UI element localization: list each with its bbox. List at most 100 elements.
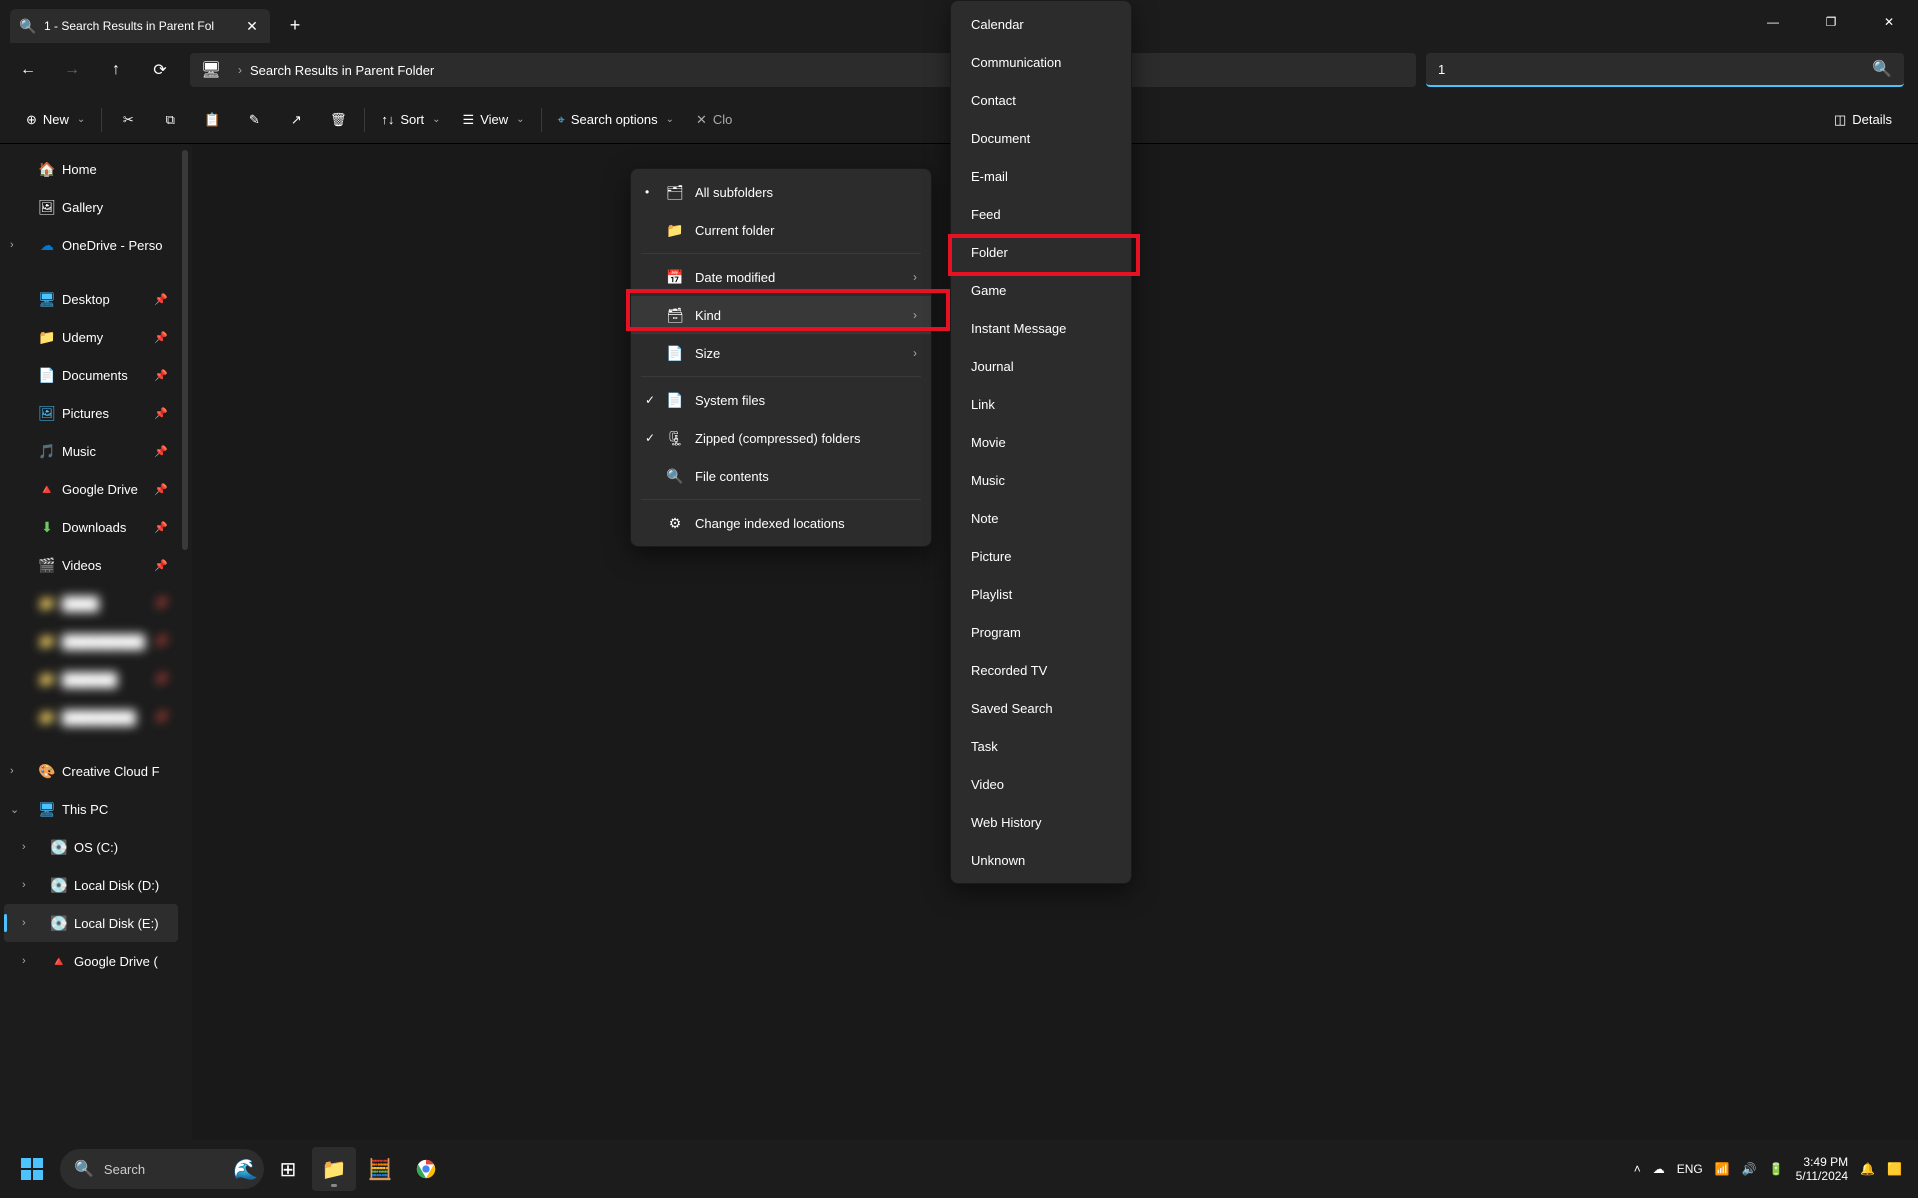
chevron-right-icon[interactable]: ›: [10, 239, 14, 251]
tray-volume[interactable]: 🔊: [1742, 1162, 1757, 1176]
sidebar-item-downloads[interactable]: ⬇Downloads📌: [4, 508, 178, 546]
sort-button[interactable]: ↑↓ Sort ⌄: [371, 106, 450, 133]
sidebar-item-thispc[interactable]: ⌄🖥This PC: [4, 790, 178, 828]
file-explorer-button[interactable]: 📁: [312, 1147, 356, 1191]
refresh-button[interactable]: ⟳: [140, 52, 180, 88]
tray-onedrive[interactable]: ☁: [1653, 1162, 1665, 1176]
menu-file-contents[interactable]: 🔍File contents: [631, 457, 931, 495]
tray-notifications[interactable]: 🔔: [1860, 1162, 1875, 1176]
kind-item-communication[interactable]: Communication: [951, 43, 1131, 81]
close-search-button[interactable]: ✕ Clo: [686, 106, 742, 134]
copy-button[interactable]: ⧉: [150, 106, 190, 134]
kind-item-recorded-tv[interactable]: Recorded TV: [951, 651, 1131, 689]
taskbar-search[interactable]: 🔍 Search 🌊: [60, 1149, 264, 1189]
kind-item-unknown[interactable]: Unknown: [951, 841, 1131, 879]
tab[interactable]: 🔍 1 - Search Results in Parent Fol ✕: [10, 9, 270, 43]
maximize-button[interactable]: ❐: [1802, 3, 1860, 41]
sidebar-item-onedrive[interactable]: ›☁OneDrive - Perso: [4, 226, 178, 264]
sidebar-item-desktop[interactable]: 🖥Desktop📌: [4, 280, 178, 318]
sidebar-item-blurred[interactable]: 📁████████📌: [4, 698, 178, 736]
kind-item-saved-search[interactable]: Saved Search: [951, 689, 1131, 727]
sidebar-item-gallery[interactable]: 🖼Gallery: [4, 188, 178, 226]
kind-item-link[interactable]: Link: [951, 385, 1131, 423]
address-bar[interactable]: 🖥 › Search Results in Parent Folder: [190, 53, 1416, 87]
kind-item-picture[interactable]: Picture: [951, 537, 1131, 575]
tray-app-icon[interactable]: 🟨: [1887, 1162, 1902, 1176]
kind-item-task[interactable]: Task: [951, 727, 1131, 765]
tray-clock[interactable]: 3:49 PM 5/11/2024: [1796, 1155, 1849, 1184]
back-button[interactable]: ←: [8, 52, 48, 88]
sidebar-item-blurred[interactable]: 📁█████████📌: [4, 622, 178, 660]
sidebar-item-udemy[interactable]: 📁Udemy📌: [4, 318, 178, 356]
sidebar-item-ldd[interactable]: ›💽Local Disk (D:): [4, 866, 178, 904]
kind-item-journal[interactable]: Journal: [951, 347, 1131, 385]
sidebar-item-home[interactable]: 🏠Home: [4, 150, 178, 188]
kind-item-program[interactable]: Program: [951, 613, 1131, 651]
chevron-right-icon[interactable]: ›: [22, 917, 26, 929]
search-input[interactable]: 1 🔍: [1426, 53, 1904, 87]
sidebar-item-pictures[interactable]: 🖼Pictures📌: [4, 394, 178, 432]
new-tab-button[interactable]: +: [278, 8, 312, 42]
kind-item-playlist[interactable]: Playlist: [951, 575, 1131, 613]
kind-item-music[interactable]: Music: [951, 461, 1131, 499]
chevron-down-icon[interactable]: ⌄: [10, 803, 19, 816]
tray-language[interactable]: ENG: [1677, 1162, 1703, 1176]
delete-button[interactable]: 🗑: [318, 106, 358, 134]
new-button[interactable]: ⊕ New ⌄: [16, 106, 95, 134]
kind-item-calendar[interactable]: Calendar: [951, 5, 1131, 43]
chevron-right-icon[interactable]: ›: [22, 879, 26, 891]
kind-item-game[interactable]: Game: [951, 271, 1131, 309]
paste-button[interactable]: 📋: [192, 106, 232, 134]
chrome-button[interactable]: [404, 1147, 448, 1191]
menu-all-subfolders[interactable]: •🗂All subfolders: [631, 173, 931, 211]
menu-zipped[interactable]: ✓🗜Zipped (compressed) folders: [631, 419, 931, 457]
start-button[interactable]: [8, 1147, 56, 1191]
close-tab-button[interactable]: ✕: [244, 18, 260, 34]
kind-item-instant-message[interactable]: Instant Message: [951, 309, 1131, 347]
sidebar-item-gdrive[interactable]: 🔺Google Drive📌: [4, 470, 178, 508]
view-button[interactable]: ☰ View ⌄: [453, 106, 535, 134]
sidebar-item-gdrive2[interactable]: ›🔺Google Drive (: [4, 942, 178, 980]
kind-item-contact[interactable]: Contact: [951, 81, 1131, 119]
kind-item-web-history[interactable]: Web History: [951, 803, 1131, 841]
kind-item-folder[interactable]: Folder: [951, 233, 1131, 271]
share-button[interactable]: ↗: [276, 106, 316, 134]
sidebar-item-osc[interactable]: ›💽OS (C:): [4, 828, 178, 866]
up-button[interactable]: ↑: [96, 52, 136, 88]
chevron-right-icon[interactable]: ›: [22, 955, 26, 967]
sidebar-item-ccf[interactable]: ›🎨Creative Cloud F: [4, 752, 178, 790]
menu-date-modified[interactable]: 📅Date modified›: [631, 258, 931, 296]
sidebar-item-blurred[interactable]: 📁████📌: [4, 584, 178, 622]
details-button[interactable]: ◫ Details: [1824, 106, 1902, 134]
kind-item-feed[interactable]: Feed: [951, 195, 1131, 233]
menu-change-indexed[interactable]: ⚙Change indexed locations: [631, 504, 931, 542]
menu-size[interactable]: 📄Size›: [631, 334, 931, 372]
sidebar-item-documents[interactable]: 📄Documents📌: [4, 356, 178, 394]
minimize-button[interactable]: —: [1744, 3, 1802, 41]
forward-button[interactable]: →: [52, 52, 92, 88]
scrollbar[interactable]: [182, 150, 188, 550]
sidebar-item-lde[interactable]: ›💽Local Disk (E:): [4, 904, 178, 942]
kind-item-video[interactable]: Video: [951, 765, 1131, 803]
tray-battery[interactable]: 🔋: [1769, 1162, 1784, 1176]
menu-system-files[interactable]: ✓📄System files: [631, 381, 931, 419]
menu-kind[interactable]: 🗃Kind›: [631, 296, 931, 334]
chevron-right-icon[interactable]: ›: [22, 841, 26, 853]
rename-button[interactable]: ✎: [234, 106, 274, 134]
cut-button[interactable]: ✂: [108, 106, 148, 134]
task-view-button[interactable]: ⊞: [266, 1147, 310, 1191]
chevron-right-icon[interactable]: ›: [10, 765, 14, 777]
sidebar-item-videos[interactable]: 🎬Videos📌: [4, 546, 178, 584]
tray-wifi[interactable]: 📶: [1715, 1162, 1730, 1176]
menu-current-folder[interactable]: 📁Current folder: [631, 211, 931, 249]
kind-item-note[interactable]: Note: [951, 499, 1131, 537]
close-window-button[interactable]: ✕: [1860, 3, 1918, 41]
kind-item-movie[interactable]: Movie: [951, 423, 1131, 461]
kind-item-document[interactable]: Document: [951, 119, 1131, 157]
search-options-button[interactable]: ⌖ Search options ⌄: [548, 106, 684, 134]
tray-chevron[interactable]: ˄: [1634, 1162, 1641, 1176]
sidebar-item-music[interactable]: 🎵Music📌: [4, 432, 178, 470]
calculator-button[interactable]: 🧮: [358, 1147, 402, 1191]
sidebar-item-blurred[interactable]: 📁██████📌: [4, 660, 178, 698]
kind-item-email[interactable]: E-mail: [951, 157, 1131, 195]
